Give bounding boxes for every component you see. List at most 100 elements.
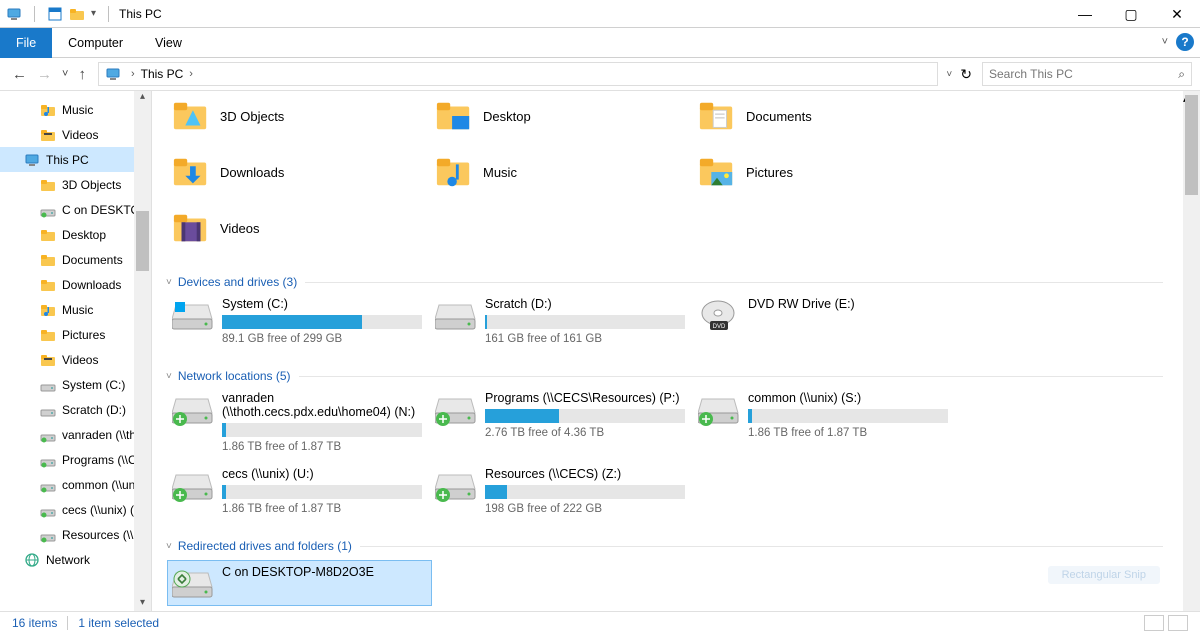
tree-item[interactable]: Music bbox=[0, 297, 151, 322]
drive-item[interactable]: vanraden (\\thoth.cecs.pdx.edu\home04) (… bbox=[172, 391, 435, 453]
tree-item-label: Downloads bbox=[62, 278, 121, 292]
help-button[interactable]: ? bbox=[1176, 33, 1194, 51]
scroll-thumb[interactable] bbox=[136, 211, 149, 271]
tree-item[interactable]: System (C:) bbox=[0, 372, 151, 397]
tree-item[interactable]: Music bbox=[0, 97, 151, 122]
tree-item[interactable]: vanraden (\\thoth bbox=[0, 422, 151, 447]
drive-free-text: 1.86 TB free of 1.87 TB bbox=[222, 441, 435, 453]
drive-item[interactable]: Scratch (D:)161 GB free of 161 GB bbox=[435, 297, 698, 345]
qat-customize-icon[interactable]: ▾ bbox=[91, 8, 96, 19]
scroll-thumb[interactable] bbox=[1185, 95, 1198, 195]
folder-item[interactable]: Videos bbox=[172, 209, 435, 247]
minimize-button[interactable]: — bbox=[1062, 0, 1108, 28]
usage-bar bbox=[485, 409, 685, 423]
chevron-down-icon[interactable]: ˅ bbox=[166, 371, 172, 382]
tree-item-label: Scratch (D:) bbox=[62, 403, 126, 417]
drive-item[interactable]: System (C:)89.1 GB free of 299 GB bbox=[172, 297, 435, 345]
drive-item[interactable]: Resources (\\CECS) (Z:)198 GB free of 22… bbox=[435, 467, 698, 515]
tree-item[interactable]: Videos bbox=[0, 122, 151, 147]
documents-icon bbox=[698, 97, 736, 135]
new-folder-icon[interactable] bbox=[69, 6, 85, 22]
tree-item-label: 3D Objects bbox=[62, 178, 121, 192]
pc-icon bbox=[105, 66, 121, 82]
folder-item[interactable]: Pictures bbox=[698, 153, 961, 191]
drive-name: common (\\unix) (S:) bbox=[748, 391, 961, 405]
group-header[interactable]: ˅Redirected drives and folders (1) bbox=[166, 539, 1183, 553]
group-header[interactable]: ˅Devices and drives (3) bbox=[166, 275, 1183, 289]
folder-item[interactable]: 3D Objects bbox=[172, 97, 435, 135]
folder-item[interactable]: Downloads bbox=[172, 153, 435, 191]
netdrive-icon bbox=[40, 427, 56, 443]
usage-bar bbox=[222, 485, 422, 499]
objects-icon bbox=[172, 97, 210, 135]
sidebar-scrollbar[interactable]: ▴ ▾ bbox=[134, 91, 151, 614]
tree-item[interactable]: C on DESKTOP-M bbox=[0, 197, 151, 222]
group-header[interactable]: ˅ Network locations (5) bbox=[166, 369, 1183, 383]
tree-item[interactable]: Resources (\\CEC bbox=[0, 522, 151, 547]
drive-name: cecs (\\unix) (U:) bbox=[222, 467, 435, 481]
tree-item-label: This PC bbox=[46, 153, 89, 167]
drive-icon bbox=[435, 299, 477, 333]
back-button[interactable]: ← bbox=[12, 66, 27, 83]
search-icon[interactable]: ⌕ bbox=[1178, 67, 1185, 82]
tree-item[interactable]: Scratch (D:) bbox=[0, 397, 151, 422]
downloads-icon bbox=[172, 153, 210, 191]
group-title: Network locations (5) bbox=[178, 369, 291, 383]
pictures-icon bbox=[698, 153, 736, 191]
recent-locations-button[interactable]: ˅ bbox=[62, 68, 68, 80]
content-scrollbar[interactable]: ▴ bbox=[1183, 91, 1200, 614]
drive-item[interactable]: cecs (\\unix) (U:)1.86 TB free of 1.87 T… bbox=[172, 467, 435, 515]
folder-item[interactable]: Music bbox=[435, 153, 698, 191]
folder-icon bbox=[40, 177, 56, 193]
tree-item[interactable]: Videos bbox=[0, 347, 151, 372]
breadcrumb-root[interactable]: This PC bbox=[141, 67, 184, 81]
computer-tab[interactable]: Computer bbox=[52, 28, 139, 58]
tree-item[interactable]: Desktop bbox=[0, 222, 151, 247]
tree-item-label: Videos bbox=[62, 353, 98, 367]
chevron-down-icon[interactable]: ˅ bbox=[166, 541, 172, 552]
chevron-down-icon[interactable]: ˅ bbox=[166, 277, 172, 288]
drive-name: Programs (\\CECS\Resources) (P:) bbox=[485, 391, 698, 405]
refresh-button[interactable]: ↻ bbox=[960, 66, 972, 83]
view-large-button[interactable] bbox=[1168, 615, 1188, 631]
tree-item[interactable]: cecs (\\unix) (U:) bbox=[0, 497, 151, 522]
folder-item[interactable]: Documents bbox=[698, 97, 961, 135]
tree-item[interactable]: Downloads bbox=[0, 272, 151, 297]
drive-icon bbox=[172, 393, 214, 427]
tree-item[interactable]: Pictures bbox=[0, 322, 151, 347]
view-details-button[interactable] bbox=[1144, 615, 1164, 631]
tree-item-label: Network bbox=[46, 553, 90, 567]
tree-item-network[interactable]: Network bbox=[0, 547, 151, 572]
drive-item[interactable]: DVD RW Drive (E:) bbox=[698, 297, 961, 345]
address-bar[interactable]: › This PC › bbox=[98, 62, 938, 86]
tree-item[interactable]: Programs (\\CECS bbox=[0, 447, 151, 472]
view-tab[interactable]: View bbox=[139, 28, 198, 58]
tree-item-this-pc[interactable]: This PC bbox=[0, 147, 151, 172]
video-icon bbox=[40, 352, 56, 368]
close-button[interactable]: ✕ bbox=[1154, 0, 1200, 28]
drive-name: System (C:) bbox=[222, 297, 435, 311]
address-history-button[interactable]: ˅ bbox=[946, 69, 952, 80]
ribbon: File Computer View ˅ ? bbox=[0, 28, 1200, 58]
drive-item[interactable]: C on DESKTOP-M8D2O3E bbox=[168, 561, 431, 605]
folder-icon bbox=[40, 277, 56, 293]
tree-item[interactable]: common (\\unix) bbox=[0, 472, 151, 497]
forward-button[interactable]: → bbox=[37, 66, 52, 83]
properties-icon[interactable] bbox=[47, 6, 63, 22]
drive-item[interactable]: common (\\unix) (S:)1.86 TB free of 1.87… bbox=[698, 391, 961, 453]
search-box[interactable]: Search This PC ⌕ bbox=[982, 62, 1192, 86]
folder-label: Downloads bbox=[220, 165, 284, 180]
up-button[interactable]: ↑ bbox=[78, 66, 86, 83]
navigation-pane: MusicVideosThis PC3D ObjectsC on DESKTOP… bbox=[0, 91, 152, 614]
search-placeholder: Search This PC bbox=[989, 67, 1073, 81]
drive-item[interactable]: Programs (\\CECS\Resources) (P:)2.76 TB … bbox=[435, 391, 698, 453]
maximize-button[interactable]: ▢ bbox=[1108, 0, 1154, 28]
expand-ribbon-icon[interactable]: ˅ bbox=[1162, 36, 1168, 48]
tree-item[interactable]: Documents bbox=[0, 247, 151, 272]
breadcrumb-sep[interactable]: › bbox=[189, 68, 193, 80]
scroll-up-icon[interactable]: ▴ bbox=[134, 91, 151, 108]
file-tab[interactable]: File bbox=[0, 28, 52, 58]
drive-icon bbox=[435, 469, 477, 503]
folder-item[interactable]: Desktop bbox=[435, 97, 698, 135]
tree-item[interactable]: 3D Objects bbox=[0, 172, 151, 197]
